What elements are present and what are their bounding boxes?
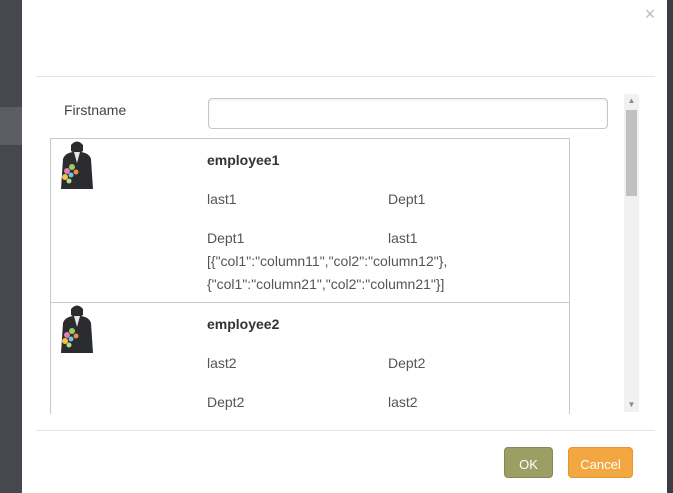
employee-avatar-icon — [57, 303, 97, 353]
header-divider — [36, 76, 655, 77]
scroll-down-icon[interactable]: ▼ — [624, 398, 639, 412]
employee-dept: Dept1 — [388, 191, 426, 207]
ok-button[interactable]: OK — [504, 447, 553, 478]
page-backdrop — [0, 0, 22, 493]
employee-dept-2: Dept1 — [207, 230, 245, 246]
employee-dept: Dept2 — [388, 355, 426, 371]
employee-list: employee1 last1 Dept1 Dept1 last1 [{"col… — [50, 138, 570, 414]
scrollbar-thumb[interactable] — [626, 110, 637, 196]
vertical-scrollbar[interactable]: ▲ ▼ — [624, 94, 639, 412]
employee-lastname: last2 — [207, 355, 237, 371]
employee-card[interactable]: employee2 last2 Dept2 Dept2 last2 — [51, 303, 569, 414]
employee-name: employee1 — [207, 152, 280, 168]
close-icon[interactable]: × — [640, 4, 660, 24]
employee-lastname: last1 — [207, 191, 237, 207]
employee-lastname-2: last2 — [388, 394, 418, 410]
page-backdrop-right — [667, 0, 673, 493]
employee-dept-2: Dept2 — [207, 394, 245, 410]
backdrop-highlight — [0, 107, 22, 145]
cancel-button[interactable]: Cancel — [568, 447, 633, 478]
scroll-up-icon[interactable]: ▲ — [624, 94, 639, 108]
modal-body: Firstname employee1 last1 Dept1 Dept1 la… — [36, 92, 640, 414]
modal-dialog: × Firstname employee1 last1 Dept1 Dept1 … — [22, 0, 667, 493]
firstname-input[interactable] — [208, 98, 608, 129]
employee-name: employee2 — [207, 316, 280, 332]
employee-json-line-2: {"col1":"column21","col2":"column21"}] — [207, 276, 445, 292]
firstname-label: Firstname — [64, 102, 127, 118]
employee-lastname-2: last1 — [388, 230, 418, 246]
employee-json-line-1: [{"col1":"column11","col2":"column12"}, — [207, 253, 448, 269]
employee-avatar-icon — [57, 139, 97, 189]
footer-divider — [36, 430, 655, 431]
employee-card[interactable]: employee1 last1 Dept1 Dept1 last1 [{"col… — [51, 139, 569, 303]
